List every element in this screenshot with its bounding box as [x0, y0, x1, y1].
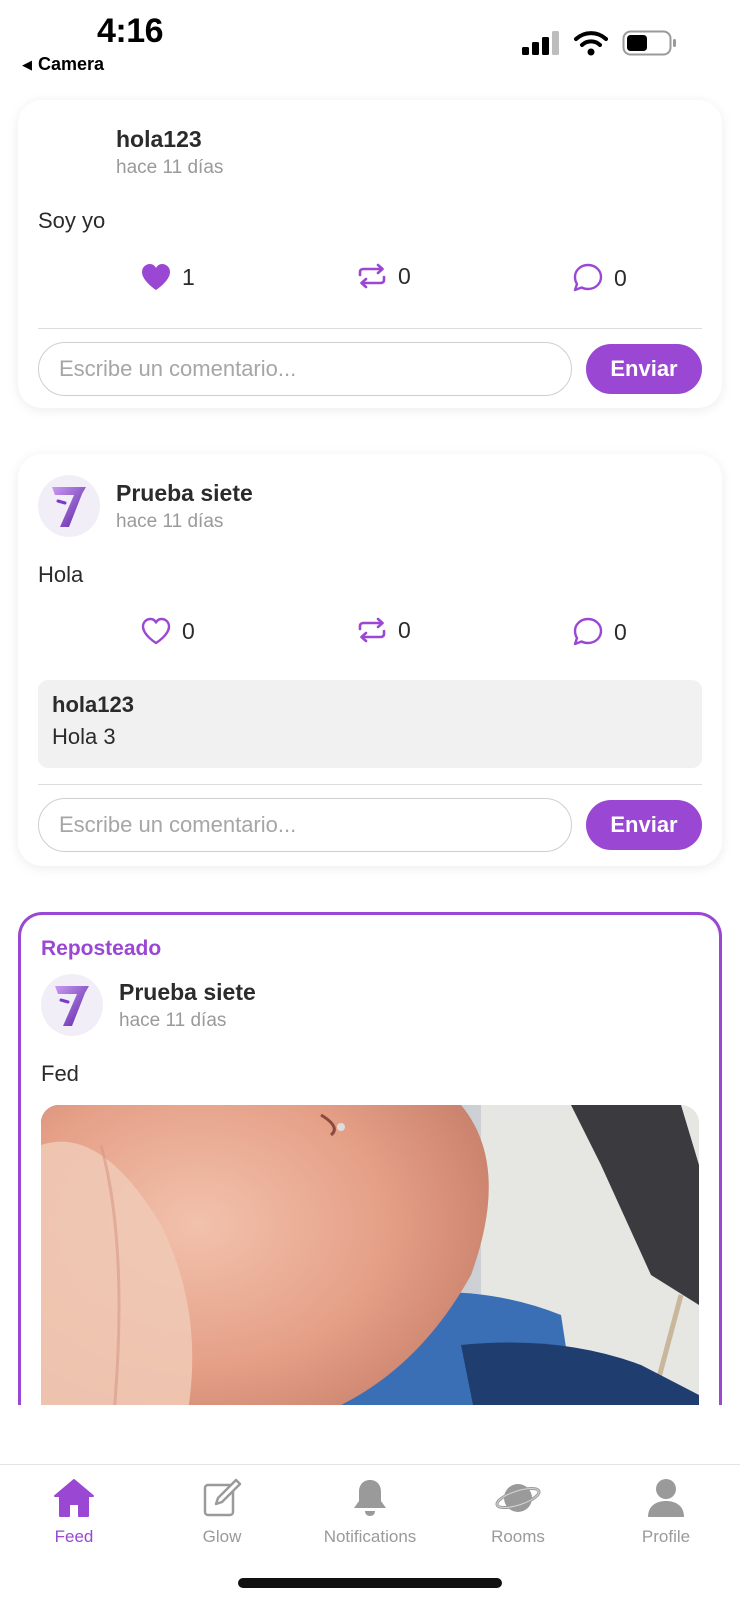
- repost-icon: [358, 617, 386, 643]
- home-indicator: [238, 1578, 502, 1588]
- back-to-camera-link[interactable]: ◀ Camera: [22, 54, 104, 75]
- tab-label: Glow: [202, 1527, 242, 1546]
- home-icon: [54, 1479, 94, 1517]
- send-comment-button[interactable]: Enviar: [586, 800, 702, 850]
- post-text: Hola: [38, 562, 84, 587]
- like-button[interactable]: 1: [140, 262, 195, 292]
- avatar[interactable]: [38, 475, 100, 537]
- comment-count: 0: [614, 264, 627, 291]
- repost-icon: [358, 263, 386, 289]
- post-actions: 1 0 0: [38, 262, 702, 302]
- post-author[interactable]: Prueba siete: [119, 979, 256, 1006]
- seven-logo-icon: [55, 986, 89, 1026]
- like-count: 0: [182, 617, 195, 644]
- heart-outline-icon: [141, 617, 171, 645]
- post-author[interactable]: Prueba siete: [116, 480, 253, 507]
- post-text: Fed: [41, 1061, 79, 1086]
- post-header: Prueba siete hace 11 días: [41, 973, 256, 1037]
- like-button[interactable]: 0: [140, 616, 195, 646]
- comment-text: Hola 3: [52, 724, 116, 749]
- tab-label: Feed: [54, 1527, 94, 1546]
- repost-button[interactable]: 0: [356, 616, 411, 644]
- post-time: hace 11 días: [116, 156, 224, 178]
- comment-bubble-icon: [573, 617, 603, 646]
- repost-label: Reposteado: [41, 937, 162, 960]
- send-comment-button[interactable]: Enviar: [586, 344, 702, 394]
- post-card: Prueba siete hace 11 días Hola 0 0 0 hol…: [18, 454, 722, 866]
- avatar[interactable]: [41, 974, 103, 1036]
- post-author[interactable]: hola123: [116, 126, 223, 153]
- comment-input[interactable]: [38, 342, 572, 396]
- compose-icon: [203, 1478, 242, 1517]
- post-header: Prueba siete hace 11 días: [38, 474, 253, 538]
- cellular-signal-icon: [522, 31, 559, 55]
- post-card: hola123 hace 11 días Soy yo 1 0 0 Escrib…: [18, 100, 722, 408]
- tab-profile[interactable]: Profile: [592, 1477, 740, 1547]
- heart-filled-icon: [142, 264, 170, 290]
- comment-bubble-icon: [573, 263, 603, 292]
- post-time: hace 11 días: [119, 1009, 227, 1031]
- feed[interactable]: hola123 hace 11 días Soy yo 1 0 0 Escrib…: [0, 90, 740, 1405]
- tab-rooms[interactable]: Rooms: [444, 1477, 592, 1547]
- repost-button[interactable]: 0: [356, 262, 411, 290]
- bell-icon: [354, 1480, 386, 1516]
- status-icons: [522, 30, 678, 56]
- seven-logo-icon: [52, 487, 86, 527]
- repost-count: 0: [398, 616, 411, 643]
- post-time: hace 11 días: [116, 510, 224, 532]
- avatar[interactable]: [38, 121, 100, 183]
- comment-author[interactable]: hola123: [52, 692, 688, 718]
- comment-composer: Enviar: [38, 342, 702, 396]
- battery-icon: [622, 30, 676, 56]
- tab-feed[interactable]: Feed: [0, 1477, 148, 1547]
- like-count: 1: [182, 263, 195, 290]
- tab-label: Rooms: [491, 1527, 545, 1546]
- post-text: Soy yo: [38, 208, 106, 233]
- photo-image: [41, 1105, 699, 1405]
- wifi-icon: [574, 31, 608, 56]
- back-triangle-icon: ◀: [22, 56, 32, 72]
- tab-label: Profile: [641, 1527, 691, 1546]
- comment-button[interactable]: 0: [572, 262, 627, 294]
- comment-count: 0: [614, 618, 627, 645]
- comment-button[interactable]: 0: [572, 616, 627, 648]
- comment-input[interactable]: [38, 798, 572, 852]
- post-header: hola123 hace 11 días: [38, 120, 223, 184]
- comment-composer: Enviar: [38, 798, 702, 852]
- tab-glow[interactable]: Glow: [148, 1477, 296, 1547]
- tab-label: Notifications: [323, 1527, 417, 1546]
- planet-icon: [495, 1484, 541, 1512]
- post-image[interactable]: [41, 1105, 699, 1405]
- comment-preview: hola123 Hola 3: [38, 680, 702, 768]
- person-icon: [648, 1479, 684, 1517]
- status-bar: 4:16 ◀ Camera: [0, 0, 740, 90]
- status-time: 4:16: [97, 12, 164, 50]
- repost-card: Reposteado Prueba siete hace 11 días Fed: [18, 912, 722, 1405]
- divider: [38, 784, 702, 785]
- tab-notifications[interactable]: Notifications: [296, 1477, 444, 1547]
- back-label: Camera: [38, 54, 105, 74]
- post-actions: 0 0 0: [38, 616, 702, 656]
- divider: [38, 328, 702, 329]
- repost-count: 0: [398, 262, 411, 289]
